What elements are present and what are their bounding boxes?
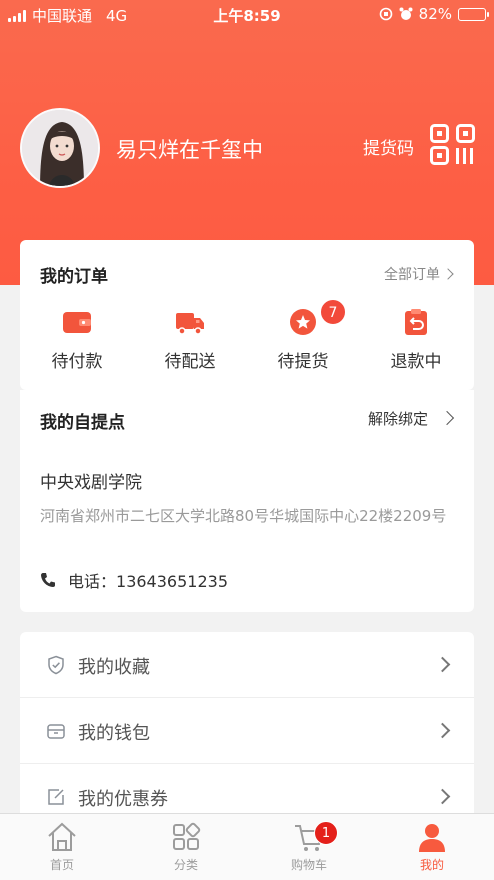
phone-number: 13643651235	[116, 572, 228, 591]
qr-code-icon[interactable]	[430, 124, 475, 165]
battery-percent: 82%	[418, 5, 452, 23]
orders-title: 我的订单	[40, 267, 108, 287]
battery-icon	[458, 7, 489, 21]
delivery-truck-icon	[176, 313, 204, 335]
chevron-right-icon	[434, 788, 451, 805]
unbind-button[interactable]: 解除绑定	[367, 408, 455, 429]
wallet-outline-icon	[47, 724, 65, 739]
menu-item-label: 我的收藏	[78, 657, 150, 678]
phone-label: 电话：	[68, 572, 117, 591]
shield-check-icon	[48, 655, 64, 675]
home-icon	[48, 822, 76, 851]
pickup-point-name: 中央戏剧学院	[40, 473, 142, 493]
pickup-point-address: 河南省郑州市二七区大学北路80号华城国际中心22楼2209号	[40, 507, 447, 525]
order-status-label: 待提货	[277, 352, 329, 372]
order-status-label: 待付款	[51, 352, 103, 372]
menu-list: 我的收藏 我的钱包 我的优惠券	[20, 632, 474, 832]
avatar[interactable]	[20, 108, 100, 188]
pickup-point-phone[interactable]: 电话：13643651235	[40, 568, 228, 592]
tab-label: 分类	[173, 858, 198, 872]
tab-category[interactable]: 分类	[124, 820, 248, 873]
all-orders-link[interactable]: 全部订单	[384, 264, 454, 284]
menu-item-label: 我的优惠券	[78, 789, 168, 810]
pickup-count-badge: 7	[320, 299, 346, 325]
phone-icon	[41, 573, 55, 587]
tab-cart[interactable]: 购物车 1	[247, 820, 371, 873]
pickup-code-link[interactable]: 提货码	[363, 134, 414, 159]
order-status-pending-delivery[interactable]: 待配送	[140, 307, 240, 372]
chevron-right-icon	[434, 722, 451, 739]
alarm-icon	[399, 7, 413, 20]
orders-card: 我的订单 全部订单 待付款 待配送 待提货 7 退款中	[20, 240, 474, 390]
rotation-lock-icon	[379, 7, 392, 21]
order-status-pending-payment[interactable]: 待付款	[27, 307, 127, 372]
username: 易只烊在千玺中	[116, 138, 263, 162]
pickup-point-title: 我的自提点	[40, 413, 125, 433]
cart-count-badge: 1	[314, 821, 338, 845]
chevron-right-icon	[439, 410, 455, 426]
status-right: 82%	[379, 5, 489, 23]
menu-item-wallet[interactable]: 我的钱包	[20, 698, 474, 764]
pickup-star-icon	[290, 309, 316, 335]
chevron-right-icon	[434, 656, 451, 673]
unbind-label: 解除绑定	[367, 410, 428, 428]
status-bar: 中国联通 4G 上午8:59 82%	[0, 0, 494, 30]
menu-item-favorites[interactable]: 我的收藏	[20, 632, 474, 698]
refund-clipboard-icon	[405, 309, 427, 335]
order-status-label: 退款中	[390, 352, 442, 372]
order-status-label: 待配送	[164, 352, 216, 372]
user-icon	[419, 824, 445, 852]
bottom-tab-bar: 首页 分类 购物车 1 我的	[0, 813, 494, 880]
pickup-point-card: 我的自提点 解除绑定 中央戏剧学院 河南省郑州市二七区大学北路80号华城国际中心…	[20, 390, 474, 612]
tab-label: 购物车	[290, 858, 327, 872]
coupon-edit-icon	[48, 789, 64, 805]
menu-item-label: 我的钱包	[78, 723, 150, 744]
chevron-right-icon	[442, 268, 454, 280]
all-orders-label: 全部订单	[384, 267, 440, 283]
tab-mine[interactable]: 我的	[370, 820, 494, 873]
order-status-refunding[interactable]: 退款中	[366, 307, 466, 372]
tab-label: 我的	[419, 858, 444, 872]
tab-home[interactable]: 首页	[0, 820, 124, 873]
category-grid-icon	[173, 822, 201, 850]
wallet-icon	[63, 312, 91, 333]
tab-label: 首页	[49, 858, 74, 872]
